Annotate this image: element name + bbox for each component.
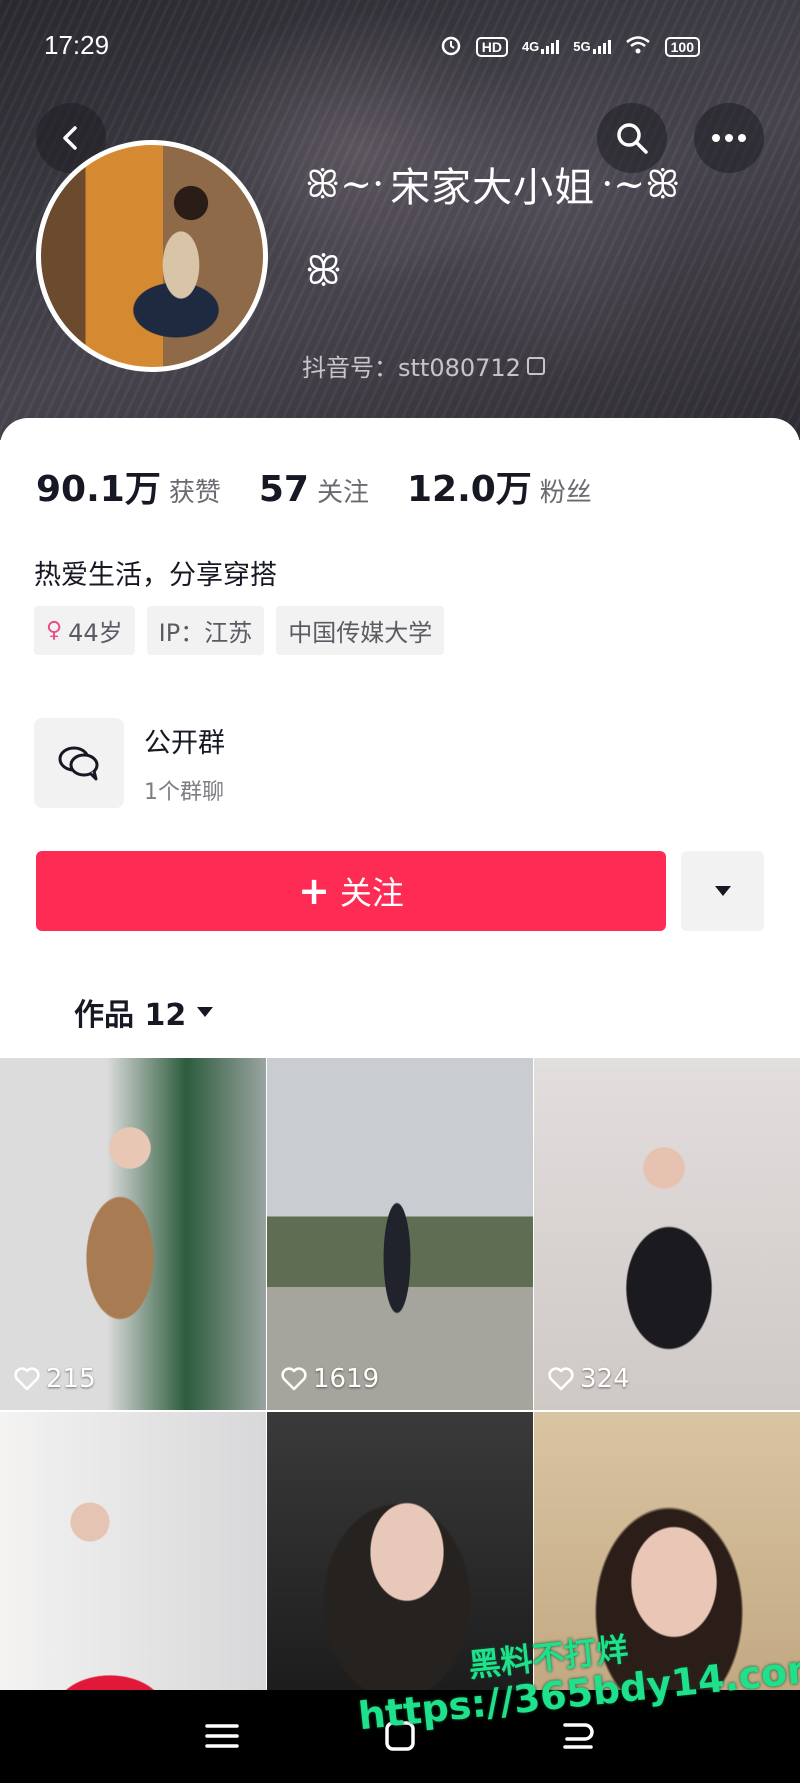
more-actions-button[interactable]: [681, 851, 764, 931]
stat-likes[interactable]: 90.1万 获赞: [36, 460, 221, 512]
back-nav-button[interactable]: [556, 1716, 600, 1756]
signal-5g-icon: 5G: [573, 39, 611, 54]
wifi-icon: [625, 35, 651, 58]
douyin-id: 抖音号：stt080712: [302, 348, 545, 383]
caret-down-icon: [714, 886, 731, 896]
more-icon: [712, 134, 746, 142]
group-chat-icon: [34, 718, 124, 808]
follow-button[interactable]: + 关注: [36, 851, 666, 931]
ornament-left: ꕥ~·: [305, 161, 385, 206]
status-icons: HD 4G 5G 100: [440, 34, 700, 59]
ornament-second: ꕥ: [305, 248, 343, 294]
battery-icon: 100: [664, 36, 700, 57]
stat-likes-label: 获赞: [168, 478, 221, 508]
status-bar: 17:29 HD 4G 5G 100: [0, 0, 800, 95]
stats-row: 90.1万 获赞 57 关注 12.0万 粉丝: [36, 460, 592, 512]
female-icon: ♀: [46, 618, 63, 643]
stat-following-label: 关注: [316, 478, 369, 508]
nickname: 宋家大小姐: [390, 165, 596, 211]
heart-icon: [281, 1367, 307, 1391]
likes-count: 1619: [281, 1364, 379, 1394]
group-title: 公开群: [144, 727, 225, 759]
video-thumbnail[interactable]: 1619: [267, 1058, 533, 1410]
plus-icon: +: [298, 869, 330, 913]
status-time: 17:29: [44, 30, 110, 60]
hd-icon: HD: [475, 36, 508, 57]
stat-following[interactable]: 57 关注: [259, 469, 369, 510]
video-thumbnail[interactable]: 215: [0, 1058, 266, 1410]
heart-icon: [14, 1367, 40, 1391]
group-subtitle: 1个群聊: [144, 779, 224, 805]
stat-likes-value: 90.1万: [36, 469, 161, 510]
public-group[interactable]: 公开群 1个群聊: [34, 718, 225, 808]
bio: 热爱生活，分享穿搭: [34, 560, 277, 591]
ornament-right: ·~ꕥ: [601, 161, 681, 206]
tab-works[interactable]: 作品 12: [74, 990, 214, 1034]
stat-following-value: 57: [258, 469, 309, 510]
likes-count: 215: [14, 1364, 96, 1394]
profile-panel: 90.1万 获赞 57 关注 12.0万 粉丝 热爱生活，分享穿搭 ♀ 44岁 …: [0, 418, 800, 1058]
douyin-id-text: 抖音号：stt080712: [302, 354, 521, 382]
copy-icon[interactable]: [526, 356, 545, 375]
avatar[interactable]: [36, 140, 268, 372]
tag-ip: IP：江苏: [146, 606, 265, 655]
likes-count: 324: [548, 1364, 630, 1394]
tags-row: ♀ 44岁 IP：江苏 中国传媒大学: [34, 606, 445, 655]
menu-button[interactable]: [200, 1716, 244, 1756]
search-icon: [617, 123, 648, 154]
signal-4g-icon: 4G: [522, 39, 560, 54]
alarm-icon: [440, 34, 462, 59]
follow-label: 关注: [339, 874, 404, 912]
stat-followers-label: 粉丝: [539, 478, 592, 508]
stat-followers-value: 12.0万: [406, 469, 532, 510]
tab-works-label: 作品 12: [74, 998, 187, 1033]
heart-icon: [548, 1367, 574, 1391]
return-icon: [563, 1723, 594, 1749]
menu-icon: [205, 1724, 239, 1748]
video-thumbnail[interactable]: 324: [534, 1058, 800, 1410]
more-button[interactable]: [694, 103, 764, 173]
caret-down-icon: [197, 1007, 214, 1017]
stat-followers[interactable]: 12.0万 粉丝: [407, 460, 592, 512]
tag-age: ♀ 44岁: [34, 606, 135, 655]
back-icon: [63, 126, 77, 150]
tag-school[interactable]: 中国传媒大学: [276, 606, 445, 655]
nickname-row: ꕥ~· 宋家大小姐 ·~ꕥ: [305, 155, 680, 213]
